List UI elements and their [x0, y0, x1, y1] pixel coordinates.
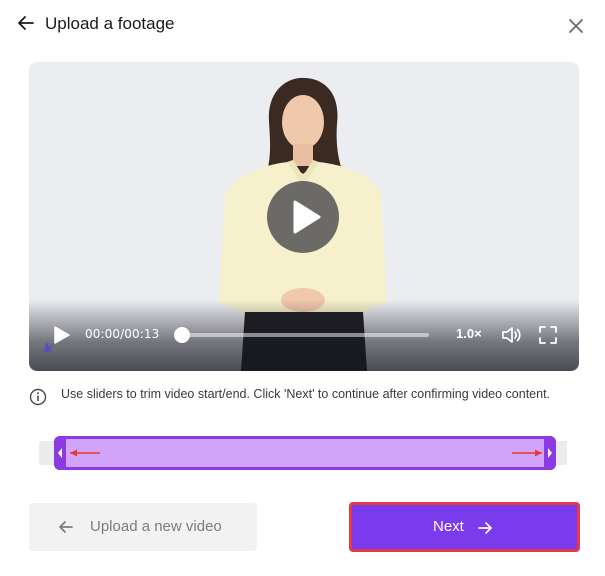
play-icon: [293, 200, 321, 234]
arrow-left-icon: [59, 521, 73, 533]
arrow-right-icon: [512, 449, 542, 457]
arrow-left-icon: [70, 449, 100, 457]
arrow-right-icon: [478, 522, 492, 534]
time-display: 00:00/00:13: [85, 327, 160, 341]
trim-start-handle[interactable]: [54, 436, 66, 470]
next-button[interactable]: Next: [349, 502, 580, 552]
playback-speed[interactable]: 1.0×: [456, 326, 482, 341]
info-icon: [29, 388, 47, 406]
arrow-left-icon[interactable]: [16, 13, 36, 33]
handle-grip-icon: [548, 448, 552, 458]
handle-grip-icon: [58, 448, 62, 458]
dialog-header: Upload a footage: [0, 0, 605, 50]
upload-new-video-button[interactable]: Upload a new video: [29, 503, 257, 551]
close-icon[interactable]: [566, 16, 586, 36]
volume-icon[interactable]: [500, 324, 522, 346]
upload-button-label: Upload a new video: [90, 518, 222, 535]
play-icon[interactable]: [51, 325, 71, 345]
page-title: Upload a footage: [45, 14, 175, 33]
next-button-label: Next: [433, 518, 464, 535]
trim-end-handle[interactable]: [544, 436, 556, 470]
big-play-button[interactable]: [267, 181, 339, 253]
progress-knob[interactable]: [174, 327, 190, 343]
video-player[interactable]: 00:00/00:13 1.0×: [29, 62, 579, 371]
fullscreen-icon[interactable]: [537, 324, 559, 346]
info-text: Use sliders to trim video start/end. Cli…: [61, 387, 551, 401]
trim-selection[interactable]: [54, 436, 556, 470]
progress-bar[interactable]: [177, 333, 429, 337]
